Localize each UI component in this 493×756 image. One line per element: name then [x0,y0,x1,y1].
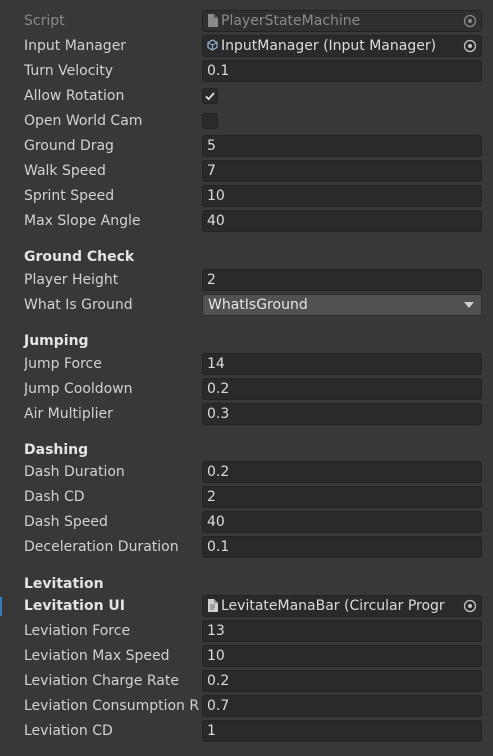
script-file-icon [208,599,218,612]
dash-speed-row: Dash Speed 40 [0,510,493,535]
jump-cooldown-label: Jump Cooldown [24,381,133,397]
leviation-consumption-rate-field[interactable]: 0.7 [202,695,482,717]
max-slope-angle-row: Max Slope Angle 40 [0,209,493,234]
jump-cooldown-row: Jump Cooldown 0.2 [0,377,493,402]
ground-drag-label: Ground Drag [24,138,114,154]
turn-velocity-label: Turn Velocity [24,63,114,79]
leviation-force-label: Leviation Force [24,623,131,639]
dash-duration-field[interactable]: 0.2 [202,461,482,483]
leviation-max-speed-label: Leviation Max Speed [24,648,170,664]
dash-duration-row: Dash Duration 0.2 [0,460,493,485]
object-picker-icon[interactable] [463,39,477,53]
allow-rotation-checkbox[interactable] [202,88,218,104]
dashing-header: Dashing [24,442,89,458]
air-multiplier-field[interactable]: 0.3 [202,403,482,425]
levitation-header: Levitation [24,576,104,592]
object-picker-icon[interactable] [463,599,477,613]
input-manager-row: Input Manager InputManager (Input Manage… [0,34,493,59]
max-slope-angle-field[interactable]: 40 [202,210,482,232]
script-row: Script PlayerStateMachine [0,9,493,34]
player-height-label: Player Height [24,272,119,288]
player-height-field[interactable]: 2 [202,269,482,291]
allow-rotation-row: Allow Rotation [0,84,493,109]
leviation-cd-field[interactable]: 1 [202,720,482,742]
leviation-max-speed-row: Leviation Max Speed 10 [0,644,493,669]
input-manager-label: Input Manager [24,38,127,54]
player-height-row: Player Height 2 [0,268,493,293]
jump-force-label: Jump Force [24,356,102,372]
leviation-max-speed-field[interactable]: 10 [202,645,482,667]
sprint-speed-label: Sprint Speed [24,188,115,204]
ground-check-header: Ground Check [24,249,135,265]
dash-cd-label: Dash CD [24,489,85,505]
open-world-cam-label: Open World Cam [24,113,143,129]
levitation-ui-field[interactable]: LevitateManaBar (Circular Progr [202,595,482,617]
jump-force-field[interactable]: 14 [202,353,482,375]
dash-duration-label: Dash Duration [24,464,125,480]
dash-speed-label: Dash Speed [24,514,108,530]
what-is-ground-label: What Is Ground [24,297,133,313]
input-manager-object-icon [207,39,218,51]
walk-speed-label: Walk Speed [24,163,106,179]
object-picker-icon[interactable] [463,14,477,28]
sprint-speed-field[interactable]: 10 [202,185,482,207]
deceleration-duration-field[interactable]: 0.1 [202,536,482,558]
selection-indicator [0,597,2,616]
input-manager-field[interactable]: InputManager (Input Manager) [202,35,482,57]
ground-drag-row: Ground Drag 5 [0,134,493,159]
levitation-ui-row: Levitation UI LevitateManaBar (Circular … [0,594,493,619]
script-file-icon [208,14,218,27]
open-world-cam-row: Open World Cam [0,109,493,134]
deceleration-duration-row: Deceleration Duration 0.1 [0,535,493,560]
max-slope-angle-label: Max Slope Angle [24,213,141,229]
script-field: PlayerStateMachine [202,10,482,32]
script-label: Script [24,13,65,29]
dash-cd-field[interactable]: 2 [202,486,482,508]
air-multiplier-label: Air Multiplier [24,406,113,422]
levitation-ui-value: LevitateManaBar (Circular Progr [221,598,445,614]
leviation-charge-rate-field[interactable]: 0.2 [202,670,482,692]
dash-speed-field[interactable]: 40 [202,511,482,533]
walk-speed-field[interactable]: 7 [202,160,482,182]
leviation-force-field[interactable]: 13 [202,620,482,642]
levitation-ui-label: Levitation UI [24,598,126,614]
leviation-charge-rate-label: Leviation Charge Rate [24,673,179,689]
leviation-consumption-rate-label: Leviation Consumption R [24,698,200,714]
deceleration-duration-label: Deceleration Duration [24,539,179,555]
jump-cooldown-field[interactable]: 0.2 [202,378,482,400]
ground-drag-field[interactable]: 5 [202,135,482,157]
walk-speed-row: Walk Speed 7 [0,159,493,184]
leviation-cd-row: Leviation CD 1 [0,719,493,744]
what-is-ground-row: What Is Ground WhatIsGround [0,293,493,318]
leviation-force-row: Leviation Force 13 [0,619,493,644]
air-multiplier-row: Air Multiplier 0.3 [0,402,493,427]
leviation-charge-rate-row: Leviation Charge Rate 0.2 [0,669,493,694]
inspector-panel: Script PlayerStateMachine Input Manager … [0,0,493,756]
leviation-consumption-rate-row: Leviation Consumption R 0.7 [0,694,493,719]
checkmark-icon [205,92,215,101]
allow-rotation-label: Allow Rotation [24,88,125,104]
script-value: PlayerStateMachine [221,13,361,29]
dash-cd-row: Dash CD 2 [0,485,493,510]
jump-force-row: Jump Force 14 [0,352,493,377]
sprint-speed-row: Sprint Speed 10 [0,184,493,209]
turn-velocity-field[interactable]: 0.1 [202,60,482,82]
jumping-header: Jumping [24,333,89,349]
what-is-ground-value: WhatIsGround [208,297,308,313]
leviation-cd-label: Leviation CD [24,723,113,739]
dropdown-arrow-icon [464,302,474,308]
open-world-cam-checkbox[interactable] [202,113,218,129]
turn-velocity-row: Turn Velocity 0.1 [0,59,493,84]
what-is-ground-dropdown[interactable]: WhatIsGround [202,294,482,316]
input-manager-value: InputManager (Input Manager) [221,38,437,54]
